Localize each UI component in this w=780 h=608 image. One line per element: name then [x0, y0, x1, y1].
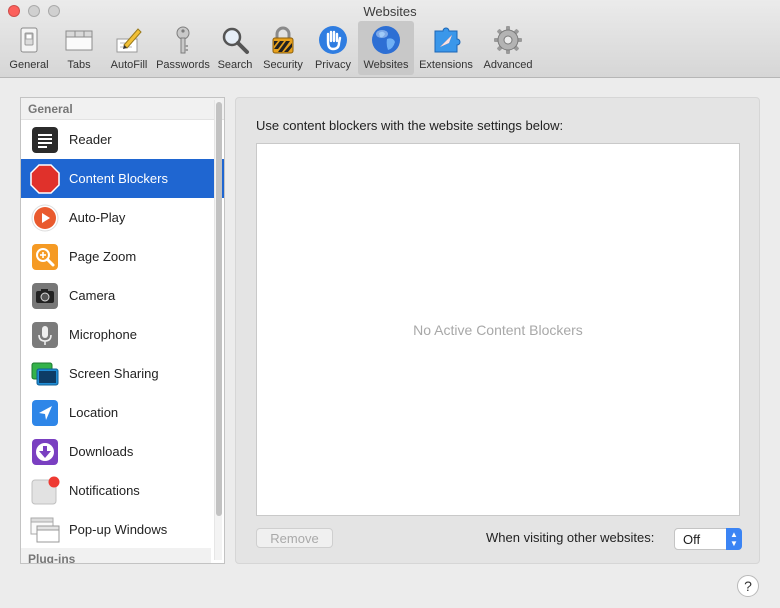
tab-privacy[interactable]: Privacy	[308, 21, 358, 75]
sidebar-item-location[interactable]: Location	[21, 393, 224, 432]
tab-advanced-label: Advanced	[483, 59, 533, 71]
empty-list-message: No Active Content Blockers	[413, 322, 583, 338]
zoom-icon	[30, 242, 60, 272]
tab-websites-label: Websites	[363, 59, 409, 71]
select-arrows-icon: ▲ ▼	[726, 528, 742, 550]
notifications-icon	[30, 476, 60, 506]
tab-advanced[interactable]: Advanced	[478, 21, 538, 75]
sidebar-item-label: Page Zoom	[69, 249, 137, 264]
sidebar-item-screen-sharing[interactable]: Screen Sharing	[21, 354, 224, 393]
sidebar-item-label: Notifications	[69, 483, 140, 498]
sidebar-header-general: General	[21, 98, 224, 120]
location-arrow-icon	[30, 398, 60, 428]
tab-extensions-label: Extensions	[419, 59, 473, 71]
content-blockers-list[interactable]: No Active Content Blockers	[256, 143, 740, 516]
sidebar-item-label: Screen Sharing	[69, 366, 159, 381]
sidebar-item-content-blockers[interactable]: Content Blockers	[21, 159, 224, 198]
tab-autofill-label: AutoFill	[110, 59, 148, 71]
sidebar-item-downloads[interactable]: Downloads	[21, 432, 224, 471]
microphone-icon	[30, 320, 60, 350]
other-websites-label: When visiting other websites:	[486, 530, 655, 545]
sidebar-item-notifications[interactable]: Notifications	[21, 471, 224, 510]
tab-general[interactable]: General	[4, 21, 54, 75]
tabs-icon	[63, 24, 95, 56]
sidebar-item-camera[interactable]: Camera	[21, 276, 224, 315]
tab-security[interactable]: Security	[258, 21, 308, 75]
tab-search-label: Search	[217, 59, 253, 71]
screen-sharing-icon	[30, 359, 60, 389]
sidebar-item-label: Content Blockers	[69, 171, 168, 186]
sidebar-item-microphone[interactable]: Microphone	[21, 315, 224, 354]
camera-icon	[30, 281, 60, 311]
key-icon	[167, 24, 199, 56]
preferences-toolbar: General Tabs AutoFill Passwords Search S…	[4, 21, 538, 75]
window-title: Websites	[363, 4, 417, 19]
general-switch-icon	[13, 24, 45, 56]
sidebar-scrollbar[interactable]	[214, 100, 222, 560]
autofill-pencil-icon	[113, 24, 145, 56]
panel-heading: Use content blockers with the website se…	[256, 118, 564, 133]
tab-autofill[interactable]: AutoFill	[104, 21, 154, 75]
content-blockers-panel: Use content blockers with the website se…	[235, 97, 760, 564]
gear-icon	[492, 24, 524, 56]
sidebar-item-label: Camera	[69, 288, 116, 303]
sidebar-item-page-zoom[interactable]: Page Zoom	[21, 237, 224, 276]
popup-windows-icon	[30, 515, 60, 545]
hand-icon	[317, 24, 349, 56]
sidebar-item-label: Microphone	[69, 327, 137, 342]
padlock-icon	[267, 24, 299, 56]
play-icon	[30, 203, 60, 233]
puzzle-compass-icon	[430, 24, 462, 56]
tab-privacy-label: Privacy	[314, 59, 352, 71]
sidebar-header-plugins: Plug-ins	[21, 548, 211, 563]
sidebar-item-label: Pop-up Windows	[69, 522, 168, 537]
sidebar-scrollbar-thumb[interactable]	[216, 102, 222, 516]
website-settings-sidebar: General Reader Content Blockers Auto-Pla…	[20, 97, 225, 564]
window-titlebar: Websites General Tabs AutoFill Passwords	[0, 0, 780, 78]
globe-icon	[370, 24, 402, 56]
tab-tabs[interactable]: Tabs	[54, 21, 104, 75]
tab-search[interactable]: Search	[212, 21, 258, 75]
other-websites-select[interactable]: Off ▲ ▼	[674, 528, 742, 550]
sidebar-item-label: Auto-Play	[69, 210, 126, 225]
other-websites-select-value: Off	[683, 531, 701, 547]
sidebar-item-reader[interactable]: Reader	[21, 120, 224, 159]
sidebar-item-popup-windows[interactable]: Pop-up Windows	[21, 510, 224, 549]
help-button[interactable]: ?	[737, 575, 759, 597]
sidebar-item-auto-play[interactable]: Auto-Play	[21, 198, 224, 237]
sidebar-item-label: Downloads	[69, 444, 134, 459]
tab-extensions[interactable]: Extensions	[414, 21, 478, 75]
tab-security-label: Security	[263, 59, 303, 71]
remove-button[interactable]: Remove	[256, 528, 333, 548]
tab-tabs-label: Tabs	[67, 59, 91, 71]
tab-passwords-label: Passwords	[156, 59, 210, 71]
sidebar-item-label: Location	[69, 405, 119, 420]
tab-websites[interactable]: Websites	[358, 21, 414, 75]
reader-icon	[30, 125, 60, 155]
stop-sign-icon	[30, 163, 60, 194]
tab-passwords[interactable]: Passwords	[154, 21, 212, 75]
download-icon	[30, 437, 60, 467]
magnifier-icon	[219, 24, 251, 56]
tab-general-label: General	[9, 59, 49, 71]
sidebar-item-label: Reader	[69, 132, 112, 147]
